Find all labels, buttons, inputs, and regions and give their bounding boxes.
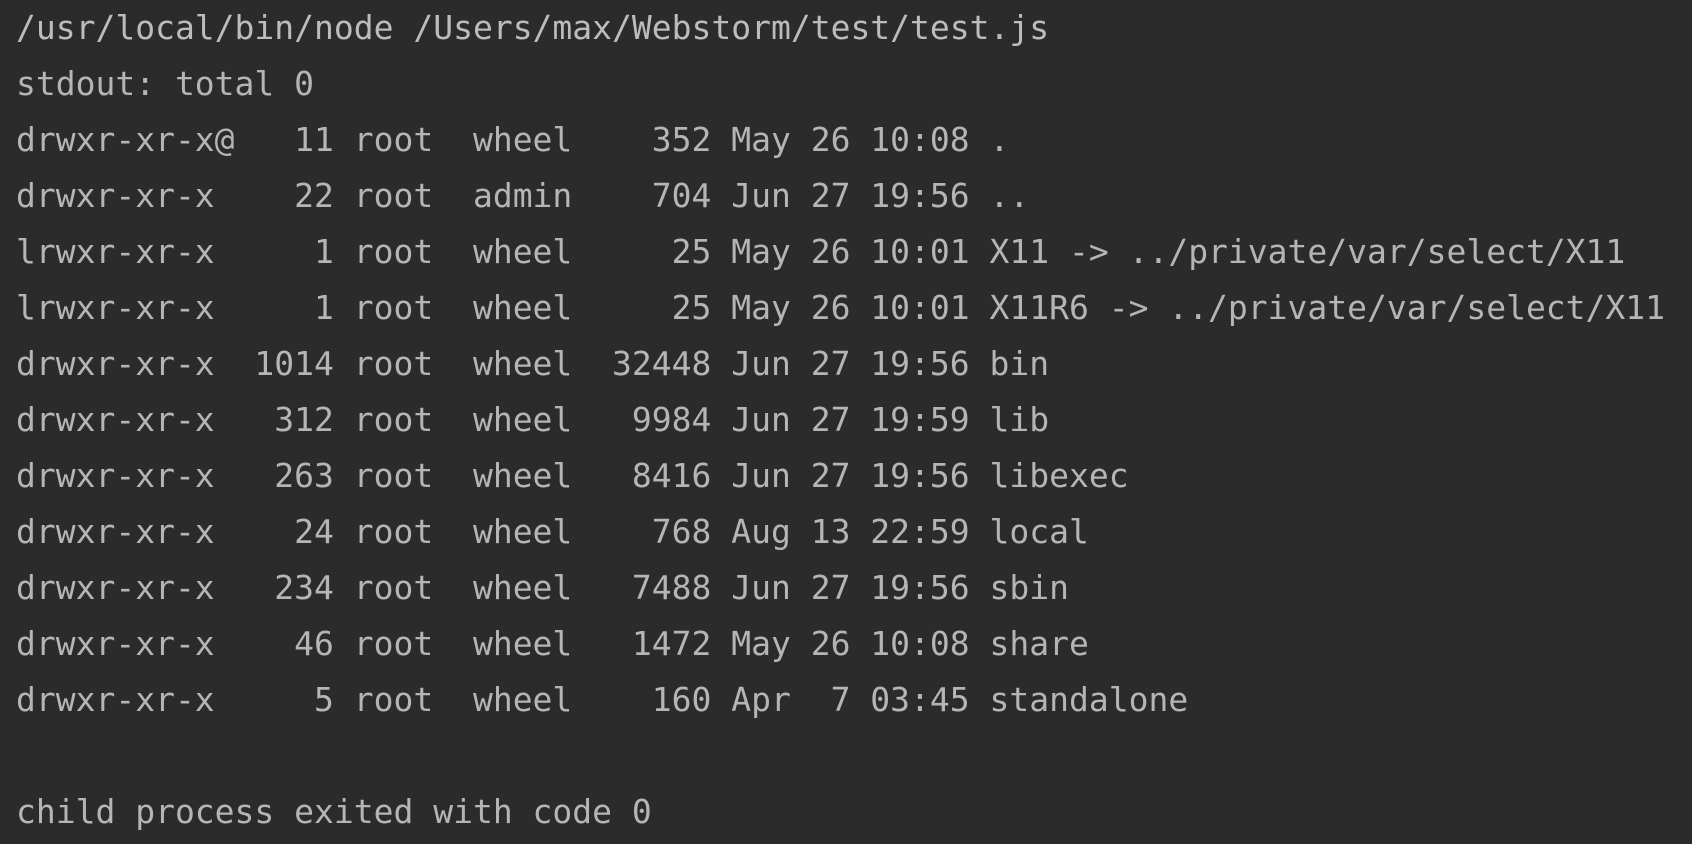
command-line: /usr/local/bin/node /Users/max/Webstorm/… — [16, 8, 1050, 47]
stdout-header: stdout: total 0 — [16, 64, 315, 103]
listing-row: drwxr-xr-x 1014 root wheel 32448 Jun 27 … — [16, 344, 1050, 383]
exit-message: child process exited with code 0 — [16, 792, 652, 831]
run-console-output[interactable]: /usr/local/bin/node /Users/max/Webstorm/… — [0, 0, 1692, 844]
listing-row: lrwxr-xr-x 1 root wheel 25 May 26 10:01 … — [16, 232, 1626, 271]
listing-row: drwxr-xr-x 24 root wheel 768 Aug 13 22:5… — [16, 512, 1089, 551]
listing-row: drwxr-xr-x 263 root wheel 8416 Jun 27 19… — [16, 456, 1129, 495]
listing-row: drwxr-xr-x 46 root wheel 1472 May 26 10:… — [16, 624, 1089, 663]
listing-row: drwxr-xr-x 312 root wheel 9984 Jun 27 19… — [16, 400, 1050, 439]
listing-row: drwxr-xr-x@ 11 root wheel 352 May 26 10:… — [16, 120, 1010, 159]
listing-row: drwxr-xr-x 234 root wheel 7488 Jun 27 19… — [16, 568, 1069, 607]
listing-row: drwxr-xr-x 22 root admin 704 Jun 27 19:5… — [16, 176, 1030, 215]
listing-row: lrwxr-xr-x 1 root wheel 25 May 26 10:01 … — [16, 288, 1666, 327]
listing-row: drwxr-xr-x 5 root wheel 160 Apr 7 03:45 … — [16, 680, 1189, 719]
